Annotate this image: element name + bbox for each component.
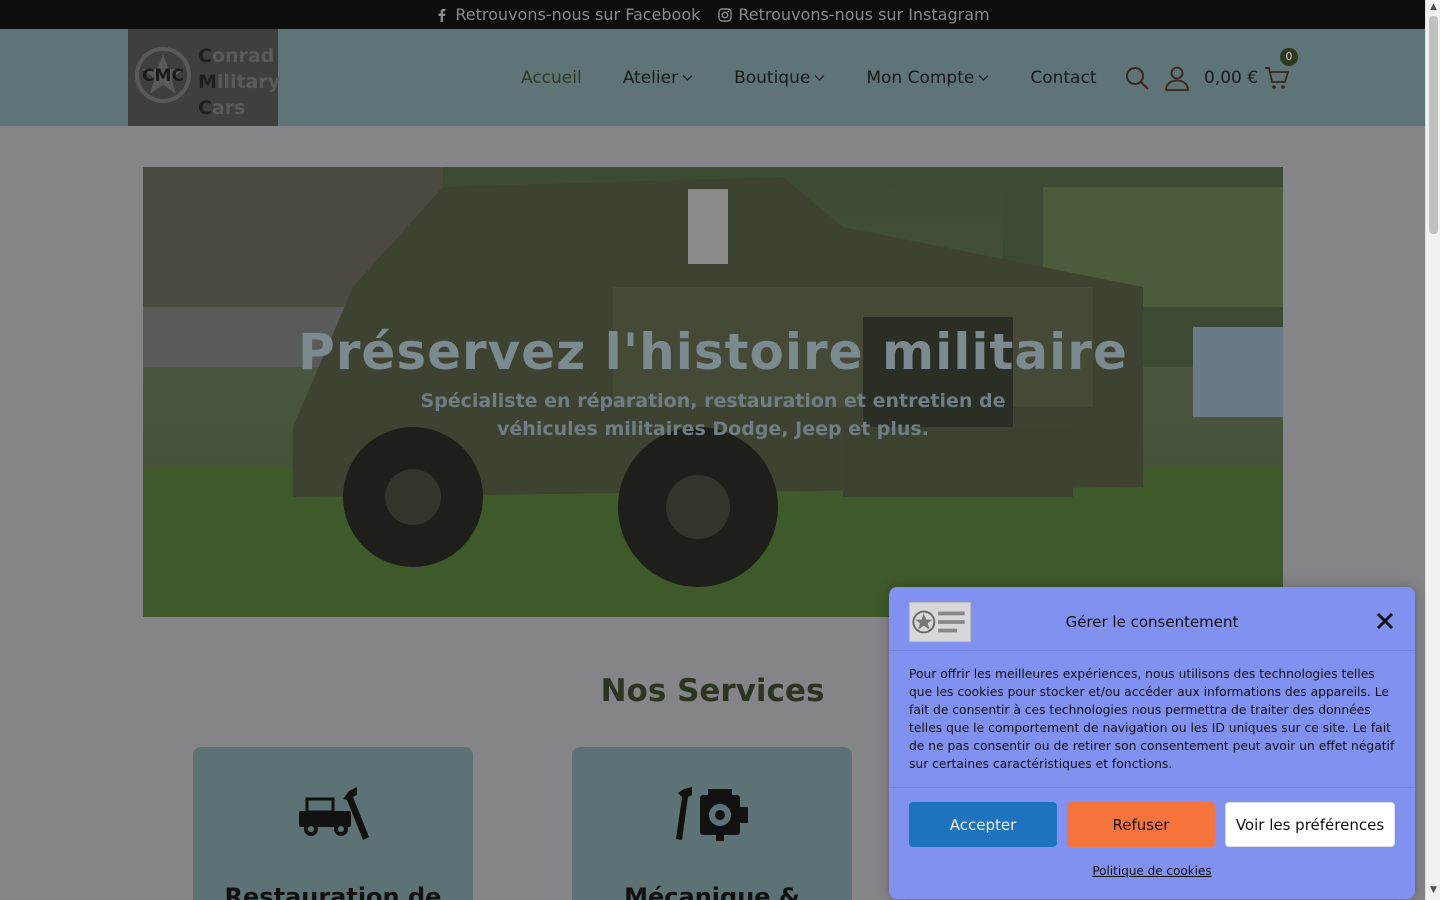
nav-item-label: Boutique [734, 67, 811, 88]
scroll-down-arrow-icon[interactable]: ▼ [1429, 886, 1438, 895]
cart-total: 0,00 € [1204, 67, 1259, 88]
nav-item-label: Mon Compte [866, 67, 975, 88]
facebook-link-label: Retrouvons-nous sur Facebook [455, 5, 701, 24]
cookie-consent-dialog: Gérer le consentement Pour offrir les me… [889, 587, 1415, 899]
page-scrollbar[interactable]: ▲ ▼ [1425, 0, 1440, 900]
service-card-restauration[interactable]: Restauration de [193, 747, 473, 900]
shopping-cart-icon [1265, 66, 1290, 89]
top-bar: Retrouvons-nous sur Facebook Retrouvons-… [0, 0, 1425, 29]
consent-header: Gérer le consentement [889, 587, 1415, 651]
nav-item-label: Atelier [622, 67, 679, 88]
consent-message: Pour offrir les meilleures expériences, … [909, 667, 1395, 771]
nav-item-contact[interactable]: Contact [1030, 68, 1096, 88]
nav-item-boutique[interactable]: Boutique [734, 68, 825, 88]
instagram-link-label: Retrouvons-nous sur Instagram [738, 5, 990, 24]
consent-actions: Accepter Refuser Voir les préférences [889, 787, 1415, 847]
nav-item-atelier[interactable]: Atelier [623, 68, 693, 88]
logo-emblem-text: CMC [142, 66, 184, 86]
accept-button[interactable]: Accepter [909, 802, 1057, 847]
header-tools: 0,00 € 0 [1124, 29, 1298, 126]
nav-item-accueil[interactable]: Accueil [521, 68, 582, 88]
nav-item-label: Accueil [521, 67, 582, 88]
hero-title: Préservez l'histoire militaire [298, 323, 1128, 381]
chevron-down-icon [978, 75, 989, 81]
site-header: CMC Conrad Military Cars Accueil Atelier… [0, 29, 1425, 126]
service-card-title: Restauration de [224, 883, 442, 900]
close-icon[interactable] [1375, 611, 1395, 631]
logo-wordmark: Conrad Military Cars [198, 45, 281, 119]
hero-banner: Préservez l'histoire militaire Spécialis… [143, 167, 1283, 617]
scroll-thumb[interactable] [1429, 16, 1438, 234]
view-preferences-button[interactable]: Voir les préférences [1225, 802, 1395, 847]
cookie-policy-link[interactable]: Politique de cookies [889, 864, 1415, 878]
user-account-icon[interactable] [1164, 65, 1190, 91]
chevron-down-icon [814, 75, 825, 81]
service-card-title: Mécanique & [624, 883, 800, 900]
facebook-icon [438, 8, 446, 22]
main-nav: Accueil Atelier Boutique Mon Compte Cont… [521, 29, 1096, 126]
nav-item-label: Contact [1030, 67, 1097, 88]
scroll-up-arrow-icon[interactable]: ▲ [1429, 3, 1438, 12]
site-logo[interactable]: CMC Conrad Military Cars [128, 29, 281, 126]
engine-wrench-icon [676, 787, 748, 841]
service-card-mecanique[interactable]: Mécanique & [572, 747, 852, 900]
search-icon[interactable] [1124, 65, 1150, 91]
cart-count-badge: 0 [1280, 47, 1298, 66]
jeep-wrench-icon [299, 787, 369, 840]
consent-title: Gérer le consentement [1065, 613, 1239, 631]
instagram-link[interactable]: Retrouvons-nous sur Instagram [718, 5, 990, 24]
facebook-link[interactable]: Retrouvons-nous sur Facebook [435, 5, 700, 24]
cart-button[interactable]: 0,00 € 0 [1204, 47, 1298, 91]
nav-item-mon-compte[interactable]: Mon Compte [866, 68, 989, 88]
chevron-down-icon [682, 75, 693, 81]
instagram-icon [718, 7, 733, 22]
hero-subtitle: Spécialiste en réparation, restauration … [420, 390, 1006, 440]
star-emblem-icon: CMC [135, 47, 191, 103]
refuse-button[interactable]: Refuser [1067, 802, 1215, 847]
